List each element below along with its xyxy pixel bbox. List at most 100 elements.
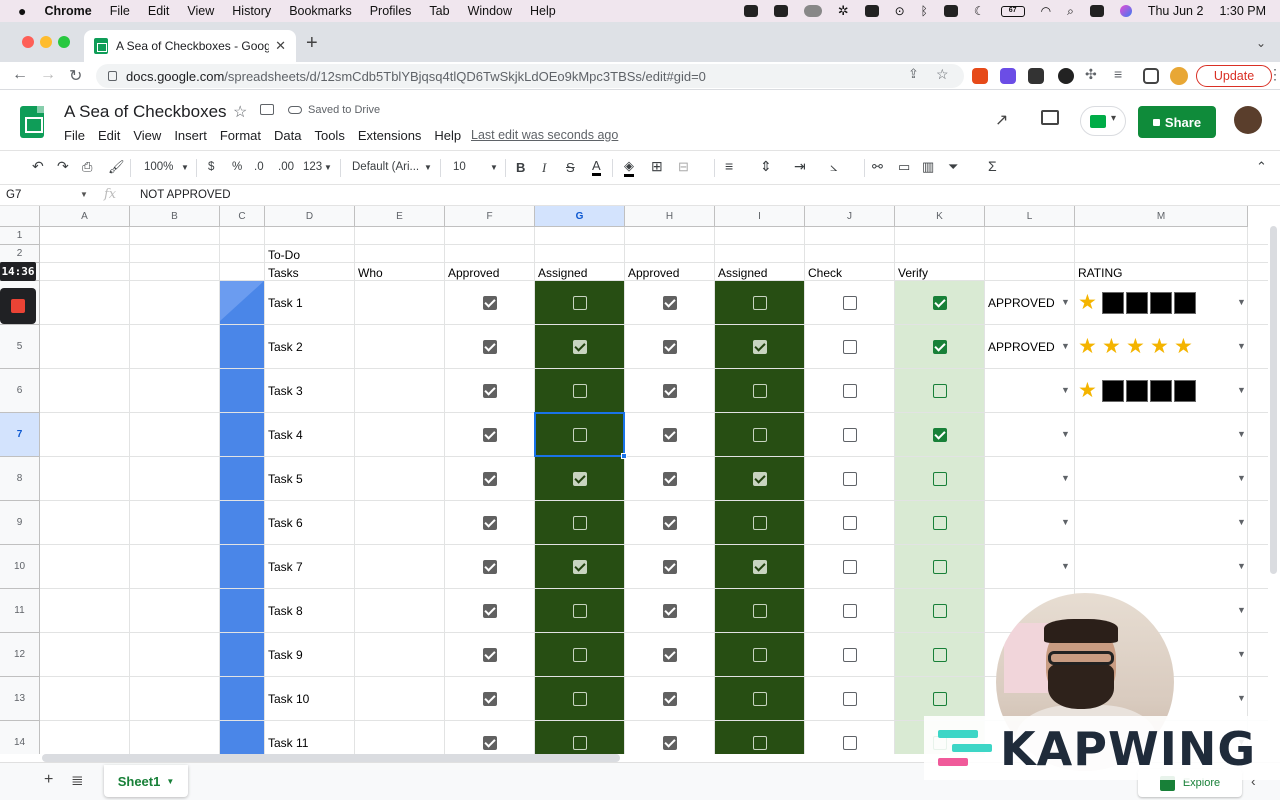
- tab-search-icon[interactable]: ⌄: [1256, 36, 1266, 50]
- row-header-14[interactable]: 14: [0, 721, 40, 754]
- text-wrapping-icon[interactable]: ⇥: [794, 158, 806, 175]
- checkbox-h[interactable]: [663, 428, 677, 442]
- add-sheet-button[interactable]: +: [44, 771, 53, 789]
- checkbox-f[interactable]: [483, 692, 497, 706]
- checkbox-g[interactable]: [573, 560, 587, 574]
- checkbox-k[interactable]: [933, 604, 947, 618]
- meet-button[interactable]: [1080, 106, 1126, 136]
- header-i[interactable]: Assigned: [718, 266, 767, 280]
- bookmark-star-icon[interactable]: ☆: [936, 66, 949, 83]
- zoom-caret-icon[interactable]: ▼: [181, 163, 189, 172]
- checkbox-g[interactable]: [573, 384, 587, 398]
- checkbox-i[interactable]: [753, 560, 767, 574]
- status-value[interactable]: APPROVED: [988, 296, 1055, 310]
- rating-dropdown-icon[interactable]: ▼: [1237, 649, 1246, 659]
- header-e[interactable]: Who: [358, 266, 383, 280]
- puzzle-icon[interactable]: ✣: [1085, 66, 1097, 83]
- checkbox-k[interactable]: [933, 384, 947, 398]
- checkbox-i[interactable]: [753, 428, 767, 442]
- forward-icon[interactable]: →: [40, 66, 56, 84]
- menu-window[interactable]: Window: [468, 4, 512, 18]
- checkbox-h[interactable]: [663, 516, 677, 530]
- menu-tab[interactable]: Tab: [429, 4, 449, 18]
- checkbox-i[interactable]: [753, 648, 767, 662]
- menu-profiles[interactable]: Profiles: [370, 4, 412, 18]
- status-icon-2[interactable]: [773, 5, 788, 17]
- more-formats-button[interactable]: 123: [303, 161, 322, 173]
- checkbox-j[interactable]: [843, 560, 857, 574]
- star-icon[interactable]: ☆: [233, 102, 247, 122]
- task-name[interactable]: Task 11: [268, 736, 308, 750]
- column-header-f[interactable]: F: [445, 206, 535, 227]
- more-menu-icon[interactable]: ⋮: [1268, 66, 1280, 83]
- wifi-icon[interactable]: ◠: [1041, 4, 1051, 18]
- minimize-window-button[interactable]: [40, 36, 52, 48]
- checkbox-j[interactable]: [843, 340, 857, 354]
- bold-button[interactable]: B: [516, 160, 525, 175]
- docs-menu-view[interactable]: View: [133, 128, 161, 143]
- row-header-6[interactable]: 6: [0, 369, 40, 413]
- rating-dropdown-icon[interactable]: ▼: [1237, 297, 1246, 307]
- font-size-select[interactable]: 10: [453, 161, 466, 173]
- docs-menu-edit[interactable]: Edit: [98, 128, 120, 143]
- vertical-align-icon[interactable]: ⇕: [760, 158, 772, 175]
- sheets-logo-icon[interactable]: [20, 106, 44, 138]
- selected-cell-g7[interactable]: [534, 412, 625, 457]
- task-name[interactable]: Task 8: [268, 604, 303, 618]
- menu-bookmarks[interactable]: Bookmarks: [289, 4, 352, 18]
- header-j[interactable]: Check: [808, 266, 842, 280]
- insert-link-icon[interactable]: ⚯: [872, 159, 883, 175]
- checkbox-h[interactable]: [663, 384, 677, 398]
- rating-dropdown-icon[interactable]: ▼: [1237, 429, 1246, 439]
- redo-icon[interactable]: ↷: [57, 158, 69, 175]
- status-dropdown-icon[interactable]: ▼: [1061, 517, 1070, 527]
- rating-dropdown-icon[interactable]: ▼: [1237, 693, 1246, 703]
- menu-date[interactable]: Thu Jun 2: [1148, 4, 1204, 18]
- header-d[interactable]: Tasks: [268, 266, 299, 280]
- reload-icon[interactable]: ↻: [69, 66, 82, 86]
- docs-menu-insert[interactable]: Insert: [174, 128, 207, 143]
- docs-menu-format[interactable]: Format: [220, 128, 261, 143]
- side-panel-icon[interactable]: [1143, 68, 1159, 84]
- extension-icon-4[interactable]: [1058, 68, 1074, 84]
- checkbox-i[interactable]: [753, 340, 767, 354]
- move-folder-icon[interactable]: [260, 104, 274, 115]
- status-dropdown-icon[interactable]: ▼: [1061, 429, 1070, 439]
- status-dropdown-icon[interactable]: ▼: [1061, 561, 1070, 571]
- task-name[interactable]: Task 10: [268, 692, 309, 706]
- italic-button[interactable]: I: [542, 160, 546, 176]
- checkbox-f[interactable]: [483, 516, 497, 530]
- formula-input[interactable]: NOT APPROVED: [140, 189, 231, 201]
- borders-icon[interactable]: ⊞: [651, 158, 663, 175]
- document-title[interactable]: A Sea of Checkboxes: [64, 102, 227, 122]
- close-window-button[interactable]: [22, 36, 34, 48]
- header-f[interactable]: Approved: [448, 266, 499, 280]
- checkbox-k[interactable]: [933, 560, 947, 574]
- docs-menu-file[interactable]: File: [64, 128, 85, 143]
- currency-format-button[interactable]: $: [208, 161, 214, 173]
- checkbox-g[interactable]: [573, 736, 587, 750]
- column-header-b[interactable]: B: [130, 206, 220, 227]
- rating-dropdown-icon[interactable]: ▼: [1237, 385, 1246, 395]
- task-name[interactable]: Task 9: [268, 648, 303, 662]
- menu-time[interactable]: 1:30 PM: [1219, 4, 1266, 18]
- checkbox-i[interactable]: [753, 736, 767, 750]
- checkbox-j[interactable]: [843, 692, 857, 706]
- row-header-12[interactable]: 12: [0, 633, 40, 677]
- checkbox-g[interactable]: [573, 604, 587, 618]
- checkbox-h[interactable]: [663, 604, 677, 618]
- row-header-10[interactable]: 10: [0, 545, 40, 589]
- checkbox-f[interactable]: [483, 384, 497, 398]
- checkbox-i[interactable]: [753, 516, 767, 530]
- checkbox-k[interactable]: [933, 296, 947, 310]
- rating-dropdown-icon[interactable]: ▼: [1237, 561, 1246, 571]
- checkbox-f[interactable]: [483, 736, 497, 750]
- checkbox-h[interactable]: [663, 560, 677, 574]
- checkbox-j[interactable]: [843, 736, 857, 750]
- comments-icon[interactable]: [1041, 110, 1059, 125]
- paint-format-icon[interactable]: 🖌: [108, 159, 125, 175]
- maximize-window-button[interactable]: [58, 36, 70, 48]
- user-avatar[interactable]: [1234, 106, 1262, 134]
- search-icon[interactable]: ⌕: [1067, 4, 1074, 19]
- siri-icon[interactable]: [1119, 5, 1132, 17]
